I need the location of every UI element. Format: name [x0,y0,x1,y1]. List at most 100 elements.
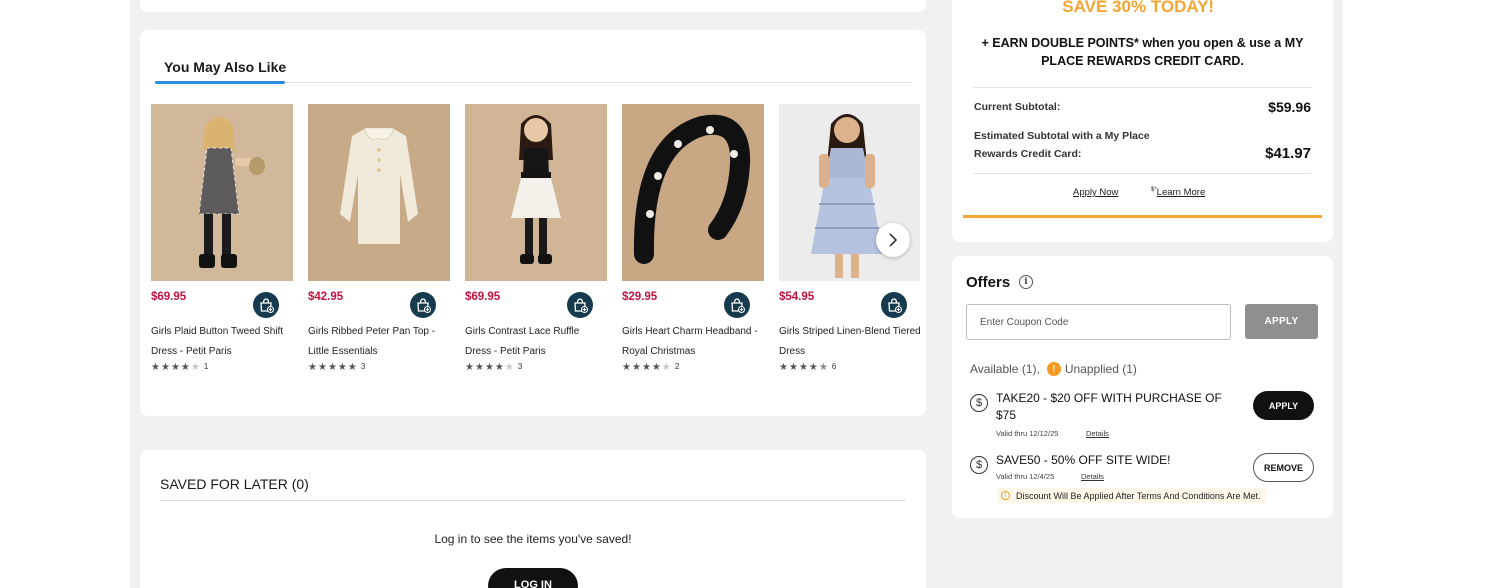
product-name[interactable]: Girls Plaid Button Tweed Shift Dress - P… [151,322,293,361]
star-icon: ★ [631,362,641,373]
star-icon: ★ [798,362,808,373]
apply-coupon-button[interactable]: APPLY [1245,304,1318,339]
current-subtotal-label: Current Subtotal: [974,101,1061,113]
product-card[interactable]: $42.95 Girls Ribbed Peter Pan Top - Litt… [308,104,450,373]
star-icon: ★ [180,362,190,373]
offer-details-link[interactable]: Details [1086,429,1109,438]
bag-plus-icon [888,298,902,313]
star-icon: ★ [779,362,788,373]
product-price: $54.95 [779,291,815,303]
offers-card: Offers i APPLY Available (1), ! Unapplie… [952,256,1333,518]
promo-headline-mark: * [1219,0,1223,2]
star-icon: ★ [808,362,818,373]
product-price: $69.95 [465,291,501,303]
product-card[interactable]: $29.95 Girls Heart Charm Headband - Roya… [622,104,764,373]
rating-count: 1 [203,361,209,371]
add-to-bag-button[interactable] [724,292,750,318]
estimated-subtotal-label: Estimated Subtotal with a My Place Rewar… [974,130,1150,160]
offer-valid-date: Valid thru 12/12/25 [996,429,1059,438]
log-in-button[interactable]: LOG IN [488,568,578,588]
recommendations-carousel: You May Also Like $69.95 Girls Plaid But… [140,30,926,416]
bag-plus-icon [731,298,745,313]
current-subtotal-value: $59.96 [1268,99,1311,115]
product-price: $29.95 [622,291,658,303]
star-icon: ★ [651,362,661,373]
star-icon: ★ [337,362,347,373]
product-track: $69.95 Girls Plaid Button Tweed Shift Dr… [151,104,920,384]
coupon-availability: Available (1), ! Unapplied (1) [970,362,1137,376]
product-rating: ★ ★ ★ ★ ★ 1 [151,361,209,373]
info-icon[interactable]: i [1019,275,1033,289]
product-name[interactable]: Girls Ribbed Peter Pan Top - Little Esse… [308,322,450,361]
offer-details-link[interactable]: Details [1081,472,1104,481]
alert-icon: ! [1046,362,1061,376]
star-icon: ★ [317,362,327,373]
star-icon: ★ [308,362,317,373]
star-icon: ★ [788,362,798,373]
star-icon: ★ [622,362,631,373]
product-price: $69.95 [151,291,187,303]
available-count: Available (1), [970,362,1040,376]
product-image-girl-plaid-dress[interactable] [151,104,293,281]
rating-count: 2 [674,361,680,371]
active-tab-indicator [155,81,285,84]
star-half-icon: ★ [504,362,514,373]
product-rating: ★ ★ ★ ★ ★ 6 [779,361,837,373]
product-card[interactable]: $69.95 Girls Contrast Lace Ruffle Dress … [465,104,607,373]
offers-title: Offers [966,274,1011,291]
product-image-ribbed-top[interactable] [308,104,450,281]
product-card[interactable]: $69.95 Girls Plaid Button Tweed Shift Dr… [151,104,293,373]
star-icon: ★ [170,362,180,373]
add-to-bag-button[interactable] [567,292,593,318]
rating-count: 3 [360,361,366,371]
promo-headline-text: SAVE 30% TODAY! [1062,0,1215,16]
product-name[interactable]: Girls Striped Linen-Blend Tiered Dress [779,322,920,361]
star-icon: ★ [465,362,474,373]
product-name[interactable]: Girls Contrast Lace Ruffle Dress - Petit… [465,322,607,361]
coupon-code-input[interactable] [966,304,1231,340]
terms-text: Discount Will Be Applied After Terms And… [1016,490,1261,501]
add-to-bag-button[interactable] [410,292,436,318]
offer-valid-date: Valid thru 12/4/25 [996,472,1055,481]
warning-icon: ! [1001,491,1010,500]
bag-plus-icon [260,298,274,313]
product-name[interactable]: Girls Heart Charm Headband - Royal Chris… [622,322,764,361]
star-icon: ★ [327,362,337,373]
remove-offer-button[interactable]: REMOVE [1253,453,1314,482]
star-icon: ★ [474,362,484,373]
star-icon: ★ [494,362,504,373]
star-icon: ★ [151,362,160,373]
divider [160,500,906,501]
star-icon: ★ [347,362,357,373]
add-to-bag-button[interactable] [881,292,907,318]
divider [973,173,1311,174]
promo-headline: SAVE 30% TODAY! * [952,0,1333,17]
star-half-icon: ★ [818,362,828,373]
estimated-subtotal-value: $41.97 [1265,145,1311,162]
product-image-girl-lace-dress[interactable] [465,104,607,281]
credit-card-promo: SAVE 30% TODAY! * + EARN DOUBLE POINTS* … [952,0,1333,242]
learn-more-link[interactable]: Learn More [1157,187,1206,198]
rating-count: 3 [517,361,523,371]
apply-offer-button[interactable]: APPLY [1253,391,1314,420]
promo-earn-text: + EARN DOUBLE POINTS* when you open & us… [981,36,1304,68]
add-to-bag-button[interactable] [253,292,279,318]
star-icon: ★ [641,362,651,373]
bag-plus-icon [417,298,431,313]
chevron-right-icon [889,233,898,247]
terms-notice: ! Discount Will Be Applied After Terms A… [997,488,1267,503]
rating-count: 6 [831,361,837,371]
apply-now-link[interactable]: Apply Now [1073,187,1118,198]
product-rating: ★ ★ ★ ★ ★ 3 [465,361,523,373]
star-empty-icon: ★ [190,362,200,373]
saved-for-later-card: SAVED FOR LATER (0) Log in to see the it… [140,450,926,588]
unapplied-count: Unapplied (1) [1064,362,1137,376]
product-rating: ★ ★ ★ ★ ★ 3 [308,361,366,373]
carousel-next-button[interactable] [876,223,910,257]
offer-title: SAVE50 - 50% OFF SITE WIDE! [996,453,1171,467]
product-price: $42.95 [308,291,344,303]
tab-you-may-also-like[interactable]: You May Also Like [164,59,286,75]
star-icon: ★ [484,362,494,373]
product-image-headband[interactable] [622,104,764,281]
product-rating: ★ ★ ★ ★ ★ 2 [622,361,680,373]
